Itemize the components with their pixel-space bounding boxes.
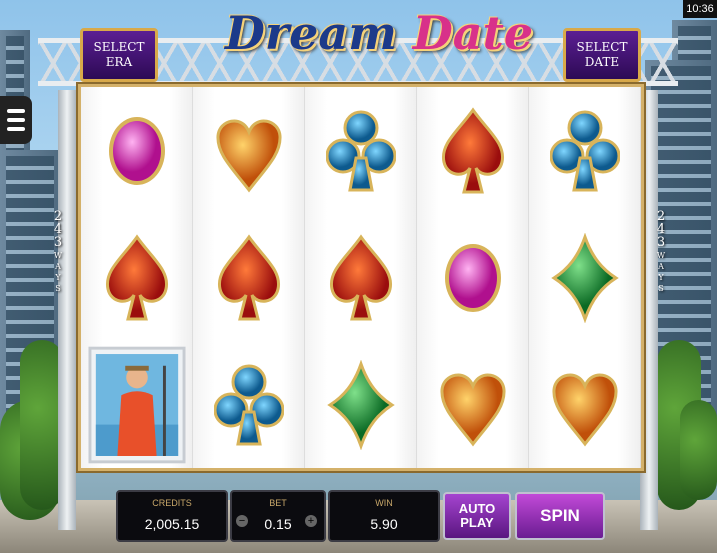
select-era-label: ERA <box>105 55 133 69</box>
reel-1 <box>81 87 193 468</box>
character-card-symbol <box>81 341 192 468</box>
ways-letter: S <box>658 284 664 293</box>
select-date-label: DATE <box>584 55 620 69</box>
green-diamond-symbol <box>305 341 416 468</box>
ways-indicator-right: 2 4 3 W A Y S <box>653 210 669 293</box>
ways-letter: W <box>656 251 666 260</box>
green-diamond-symbol <box>529 214 640 341</box>
menu-icon-bar <box>7 118 25 122</box>
bet-increase-button[interactable]: + <box>305 515 317 527</box>
reel-3 <box>305 87 417 468</box>
ways-letter: A <box>658 262 664 271</box>
win-meter: WIN 5.90 <box>328 490 440 542</box>
pillar-left <box>58 90 76 530</box>
blue-club-symbol <box>529 87 640 214</box>
win-label: WIN <box>375 498 393 508</box>
logo-word-dream: Dream <box>225 6 397 60</box>
pink-gem-symbol <box>81 87 192 214</box>
red-spade-symbol <box>417 87 528 214</box>
bet-decrease-button[interactable]: − <box>236 515 248 527</box>
credits-label: CREDITS <box>152 498 192 508</box>
pink-gem-symbol <box>417 214 528 341</box>
auto-play-label: PLAY <box>460 515 494 530</box>
ways-letter: Y <box>55 273 61 282</box>
orange-heart-symbol <box>417 341 528 468</box>
hedge <box>680 400 717 500</box>
orange-heart-symbol <box>529 341 640 468</box>
ways-letter: W <box>53 251 63 260</box>
menu-icon-bar <box>7 127 25 131</box>
spin-button[interactable]: SPIN <box>515 492 605 540</box>
select-date-button[interactable]: SELECT DATE <box>563 28 641 82</box>
menu-button[interactable] <box>0 96 32 144</box>
auto-play-button[interactable]: AUTO PLAY <box>443 492 511 540</box>
reel-2 <box>193 87 305 468</box>
select-era-label: SELECT <box>93 40 145 54</box>
reel-4 <box>417 87 529 468</box>
blue-club-symbol <box>193 341 304 468</box>
logo-word-date: Date <box>412 6 534 60</box>
select-era-button[interactable]: SELECT ERA <box>80 28 158 82</box>
win-value: 5.90 <box>370 516 398 532</box>
ways-letter: S <box>55 284 61 293</box>
orange-heart-symbol <box>193 87 304 214</box>
game-logo: Dream Date <box>225 6 533 76</box>
credits-value: 2,005.15 <box>144 516 200 532</box>
status-time: 10:36 <box>683 0 717 18</box>
reel-5 <box>529 87 641 468</box>
credits-meter: CREDITS 2,005.15 <box>116 490 228 542</box>
reel-grid <box>78 84 644 471</box>
red-spade-symbol <box>81 214 192 341</box>
select-date-label: SELECT <box>576 40 628 54</box>
menu-icon <box>7 109 25 113</box>
red-spade-symbol <box>193 214 304 341</box>
ways-letter: Y <box>658 273 664 282</box>
ways-digit: 3 <box>53 235 63 250</box>
red-spade-symbol <box>305 214 416 341</box>
ways-digit: 3 <box>656 235 666 250</box>
ways-indicator-left: 2 4 3 W A Y S <box>50 210 66 293</box>
auto-play-label: AUTO <box>458 501 496 516</box>
blue-club-symbol <box>305 87 416 214</box>
bet-label: BET <box>269 498 287 508</box>
ways-letter: A <box>55 262 61 271</box>
